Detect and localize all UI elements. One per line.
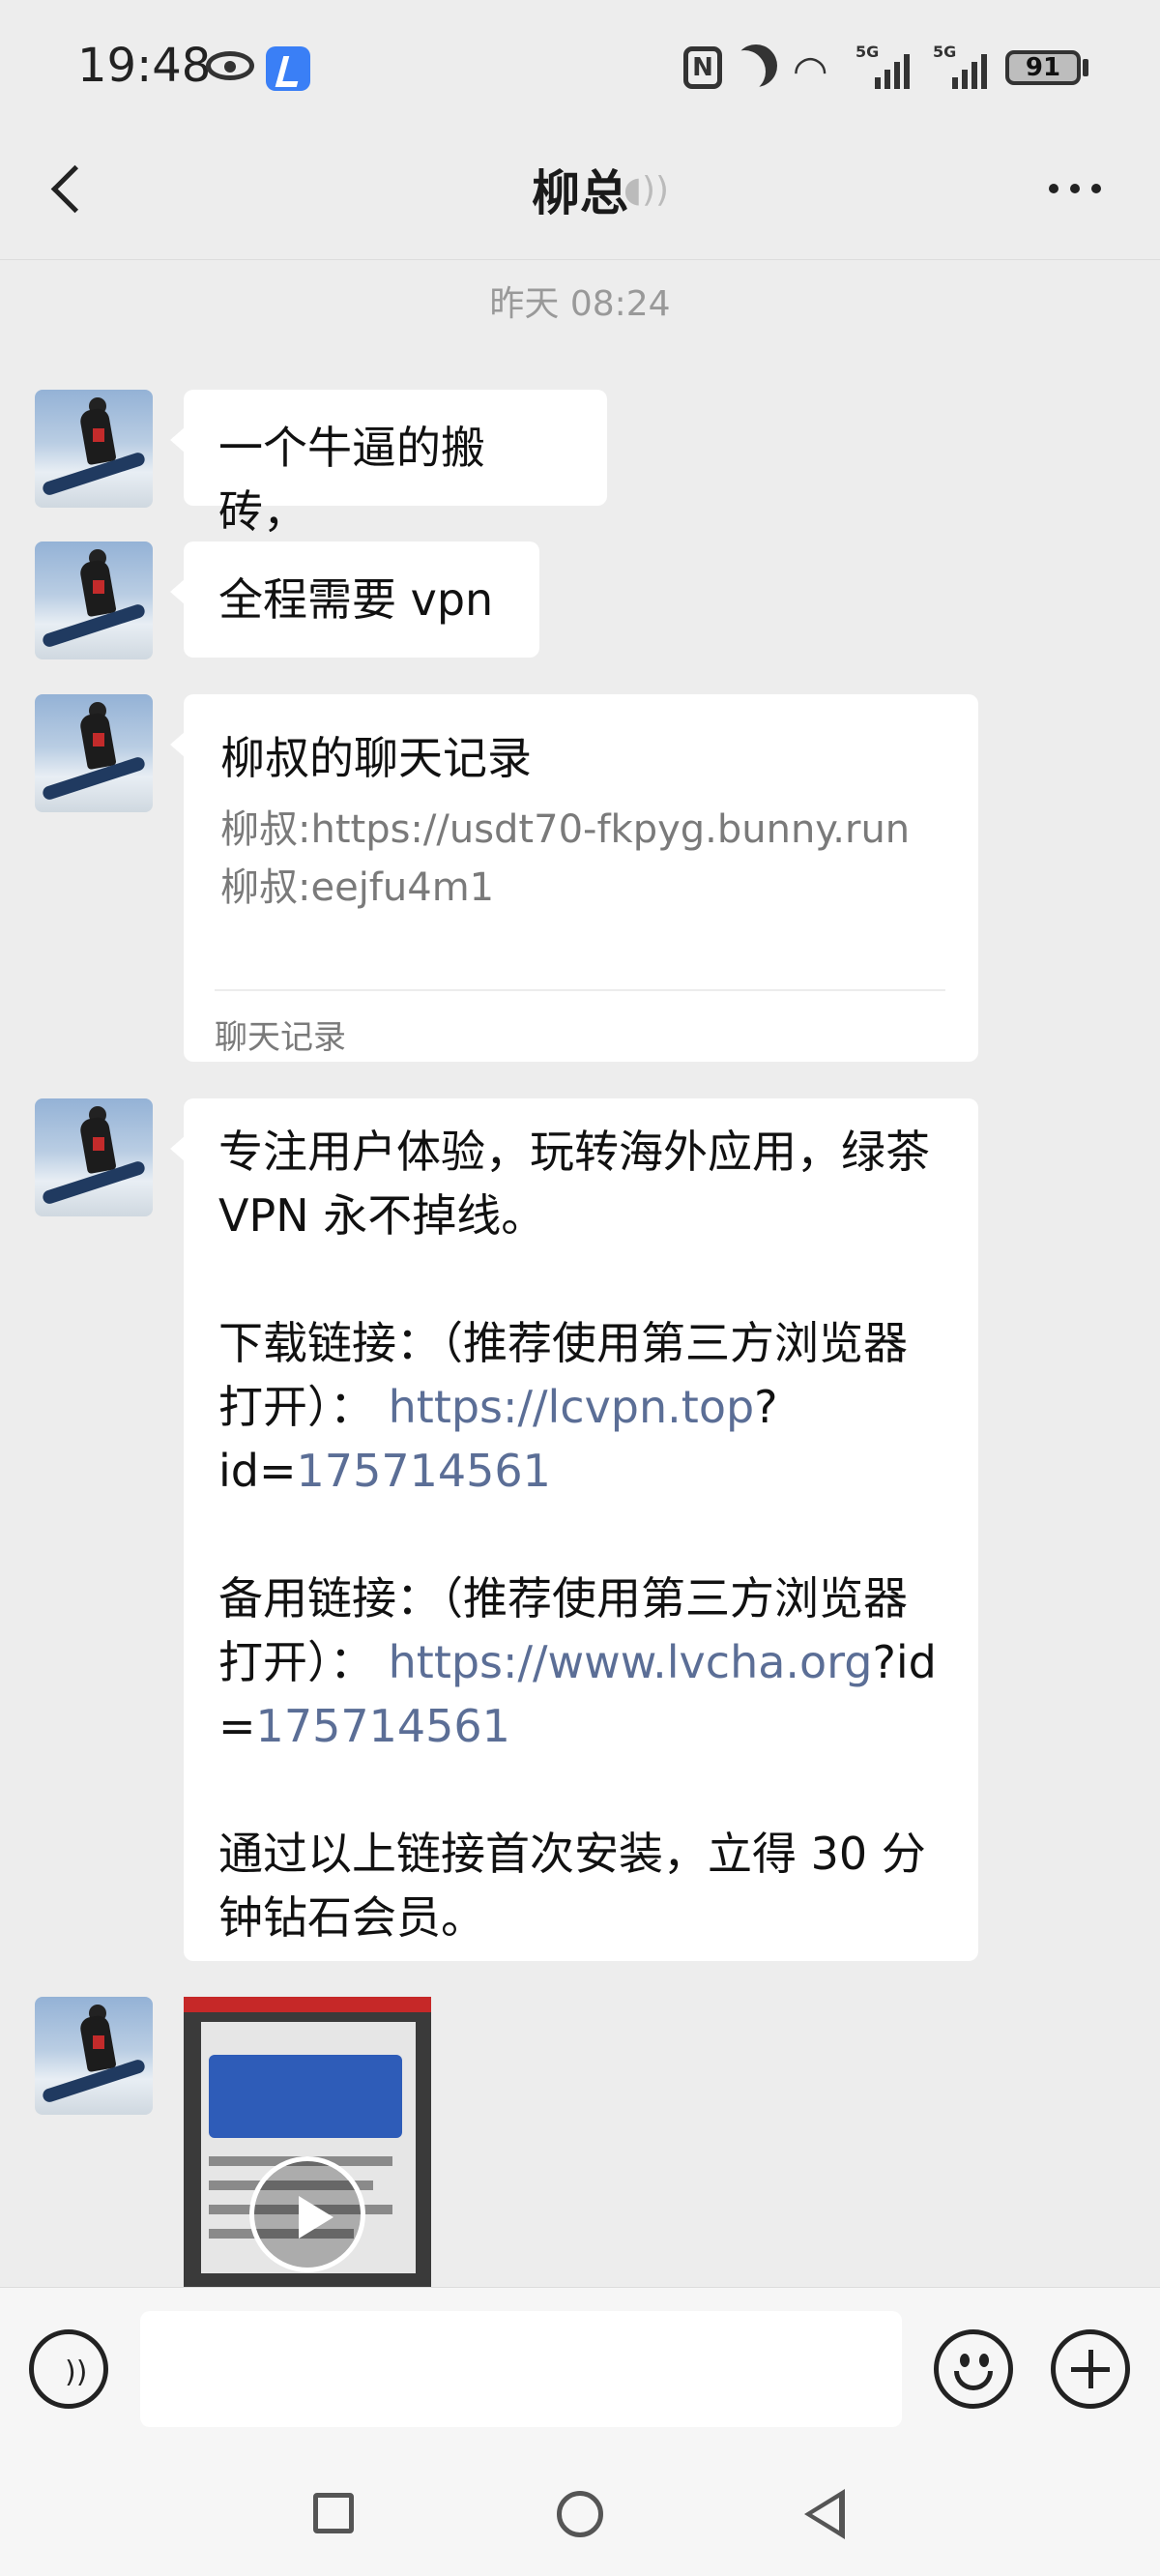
- wifi-icon: ◠: [793, 46, 828, 94]
- avatar[interactable]: [35, 694, 153, 812]
- message-bubble[interactable]: 一个牛逼的搬砖，: [170, 390, 607, 538]
- home-icon[interactable]: [557, 2491, 603, 2537]
- do-not-disturb-icon: [735, 44, 777, 87]
- chat-title: 柳总: [532, 165, 628, 221]
- avatar[interactable]: [35, 1997, 153, 2115]
- nfc-icon: N: [683, 46, 722, 89]
- chat-record-footer: 聊天记录: [215, 1018, 346, 1057]
- play-icon[interactable]: [249, 2156, 365, 2272]
- eye-icon: [206, 51, 254, 80]
- speaker-icon: ◖)): [624, 170, 670, 210]
- download-link[interactable]: https://lcvpn.top: [389, 1381, 755, 1433]
- message-paragraph: 备用链接：（推荐使用第三方浏览器打开）： https://www.lvcha.o…: [218, 1566, 943, 1758]
- message-paragraph: 专注用户体验，玩转海外应用，绿茶 VPN 永不掉线。: [218, 1126, 930, 1242]
- chat-record-line: 柳叔:eejfu4m1: [220, 865, 495, 910]
- recent-apps-icon[interactable]: [313, 2493, 354, 2533]
- message-input[interactable]: [140, 2311, 902, 2427]
- divider: [215, 989, 945, 991]
- app-notification-icon: [266, 46, 310, 91]
- signal-icon: [952, 50, 987, 89]
- message-text: 一个牛逼的搬砖，: [218, 422, 485, 538]
- back-icon[interactable]: [804, 2489, 845, 2539]
- battery-tip: [1083, 59, 1088, 76]
- message-bubble[interactable]: 全程需要 vpn: [170, 542, 539, 658]
- download-id-link[interactable]: 175714561: [297, 1445, 551, 1497]
- chat-record-line: 柳叔:https://usdt70-fkpyg.bunny.run: [220, 807, 911, 852]
- signal-icon: [875, 50, 910, 89]
- message-bubble[interactable]: 专注用户体验，玩转海外应用，绿茶 VPN 永不掉线。 下载链接：（推荐使用第三方…: [170, 1098, 978, 1961]
- battery-icon: 91: [1005, 50, 1081, 85]
- more-icon[interactable]: [1049, 174, 1107, 203]
- avatar[interactable]: [35, 1098, 153, 1216]
- message-paragraph: 下载链接：（推荐使用第三方浏览器打开）： https://lcvpn.top?i…: [218, 1311, 943, 1503]
- plus-icon[interactable]: [1051, 2329, 1130, 2409]
- chat-record-title: 柳叔的聊天记录: [220, 732, 532, 784]
- chat-timestamp: 昨天 08:24: [489, 284, 671, 324]
- voice-input-icon[interactable]: )): [29, 2329, 108, 2409]
- message-paragraph: 通过以上链接首次安装，立得 30 分钟钻石会员。: [218, 1828, 926, 1944]
- emoji-icon[interactable]: [934, 2329, 1013, 2409]
- status-time: 19:48: [77, 39, 212, 93]
- message-text: 全程需要 vpn: [218, 573, 494, 626]
- avatar[interactable]: [35, 390, 153, 508]
- avatar[interactable]: [35, 542, 153, 659]
- backup-link[interactable]: https://www.lvcha.org: [389, 1636, 873, 1688]
- backup-id-link[interactable]: 175714561: [256, 1700, 510, 1752]
- chat-record-card[interactable]: 柳叔的聊天记录 柳叔:https://usdt70-fkpyg.bunny.ru…: [170, 694, 978, 1062]
